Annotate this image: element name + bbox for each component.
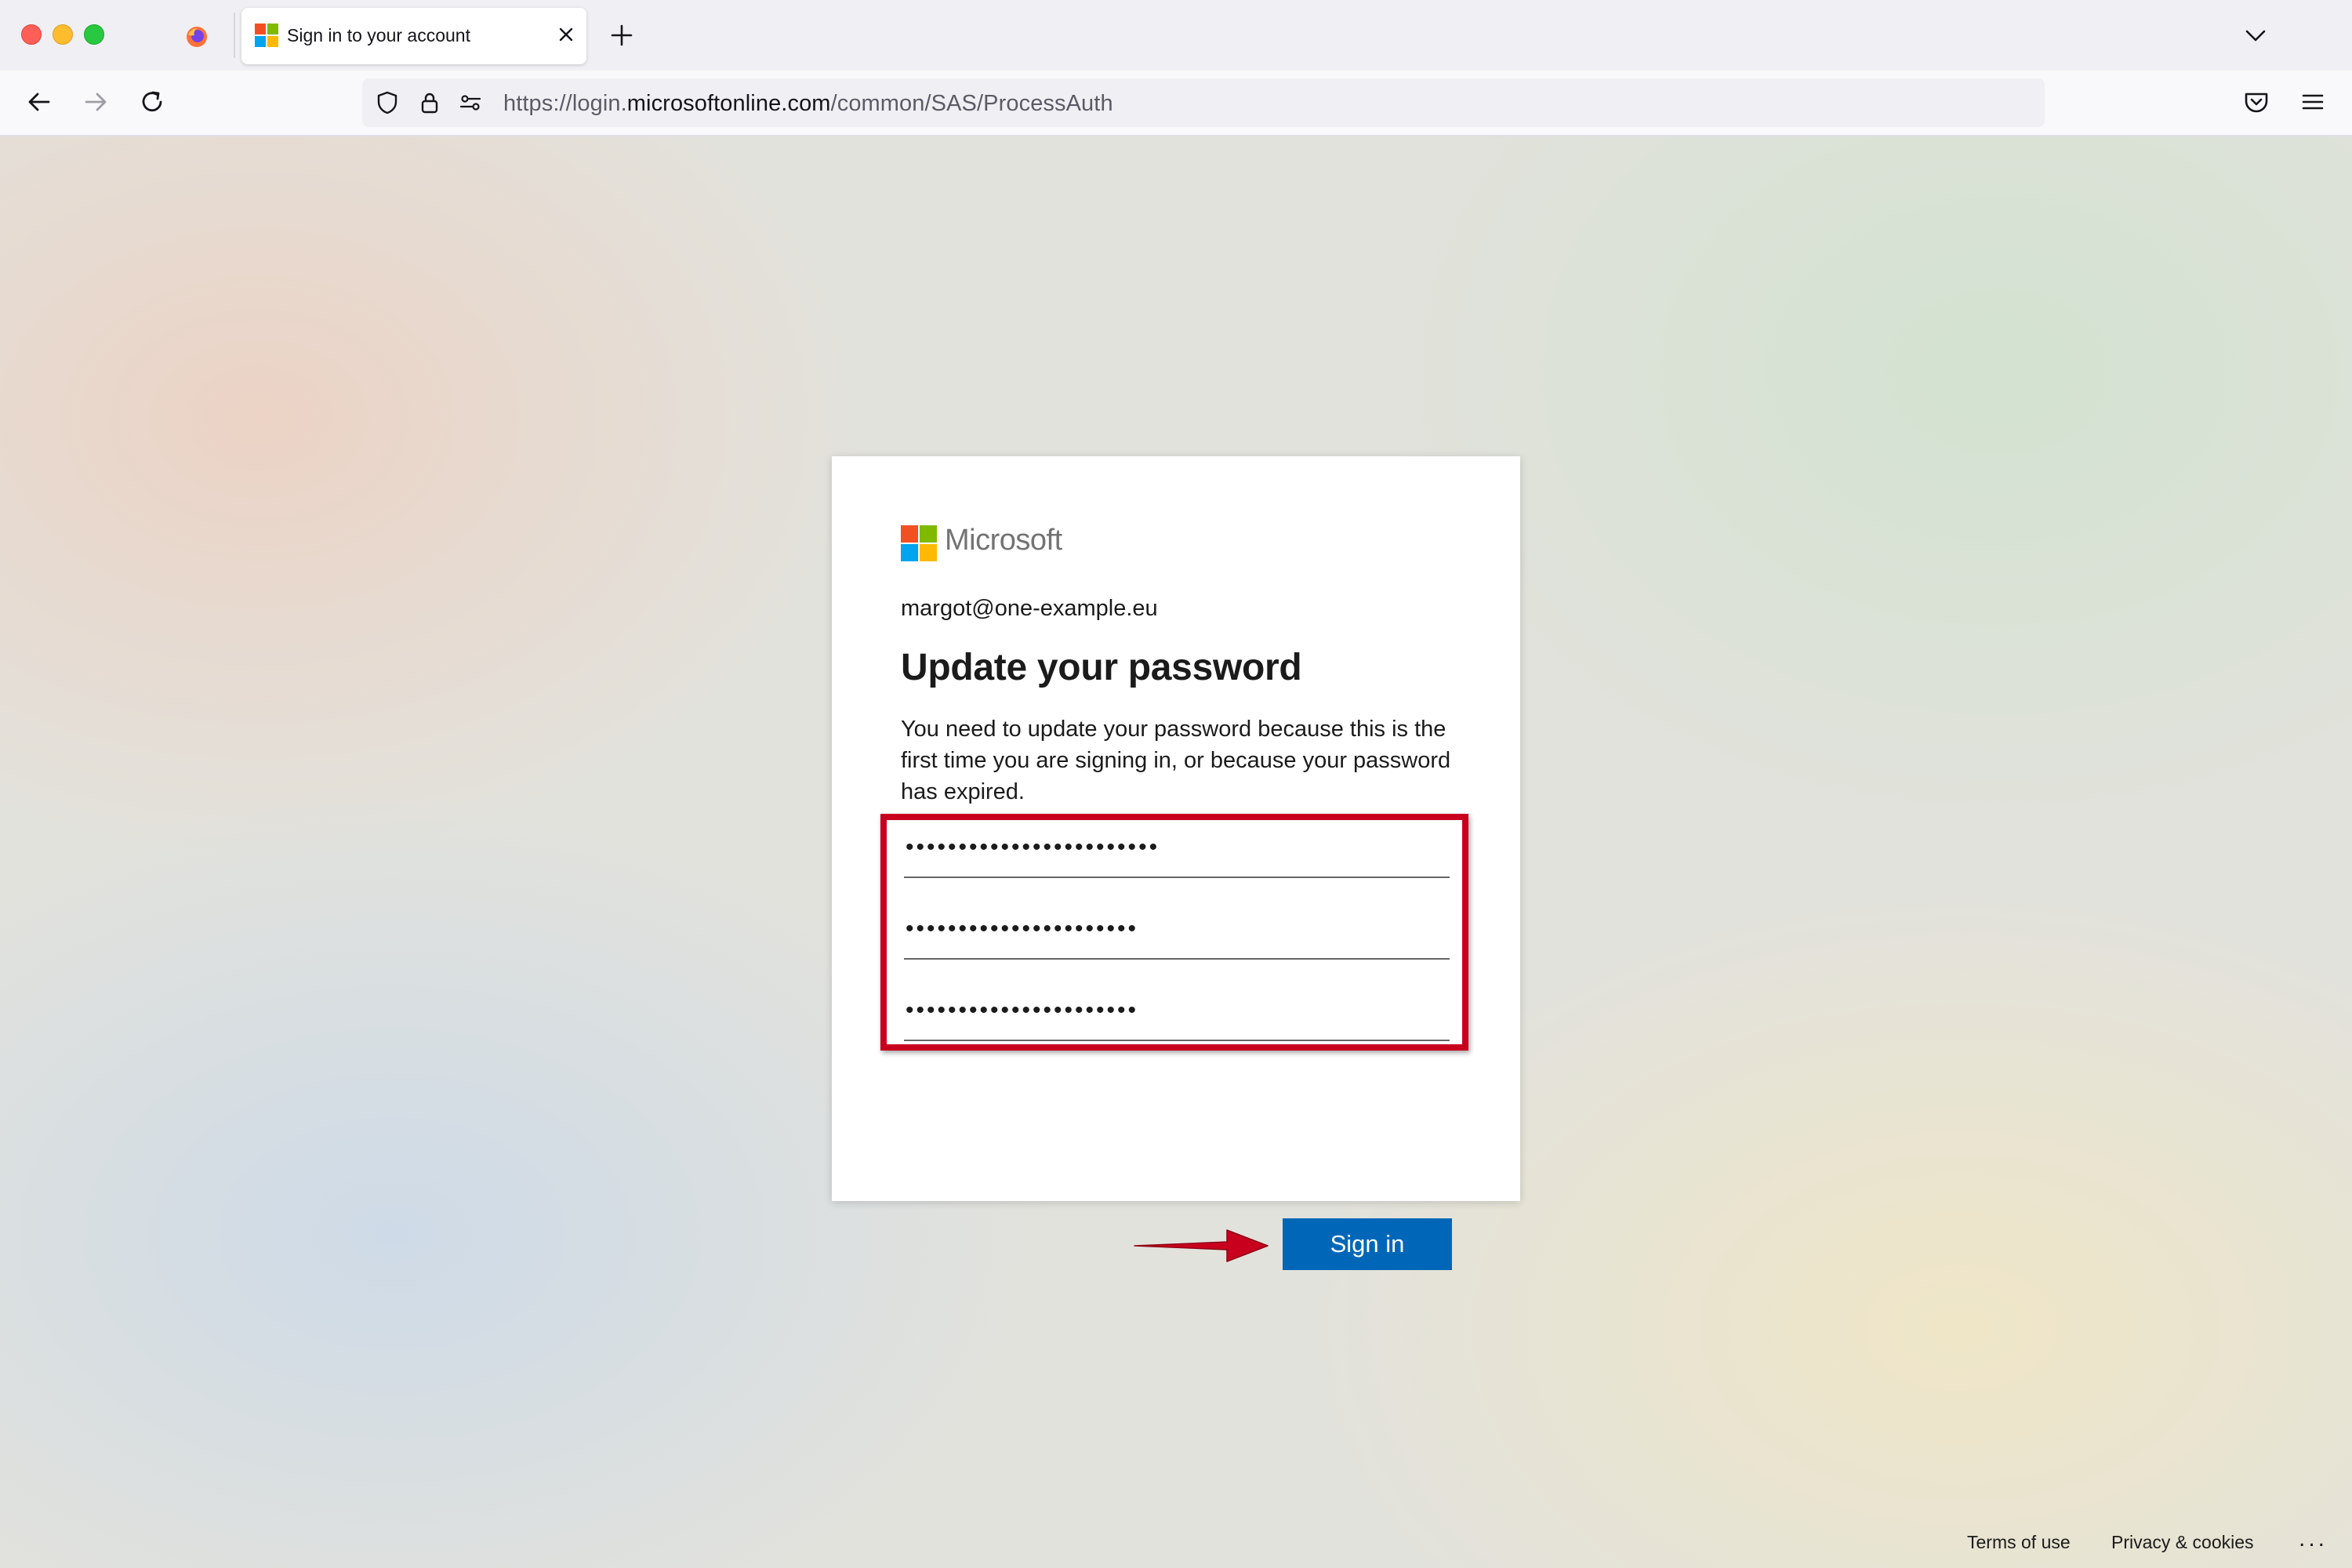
sign-in-card: Microsoft margot@one-example.eu Update y… [832,456,1520,1270]
confirm-password-value: •••••••••••••••••••••• [906,997,1139,1023]
tab-title: Sign in to your account [287,25,470,45]
page-content: Microsoft margot@one-example.eu Update y… [0,136,2352,1568]
tracking-protection-shield-icon[interactable] [375,90,400,115]
pocket-icon[interactable] [2241,86,2272,118]
plus-icon[interactable] [608,22,635,49]
current-password-field[interactable]: •••••••••••••••••••••••• [904,818,1450,878]
sign-in-button[interactable]: Sign in [1283,1218,1452,1270]
new-password-field[interactable]: •••••••••••••••••••••• [904,900,1450,960]
terms-of-use-link[interactable]: Terms of use [1967,1532,2071,1553]
tab-separator [234,13,235,58]
url-path: /common/SAS/ProcessAuth [830,91,1113,116]
current-password-value: •••••••••••••••••••••••• [906,834,1160,860]
brand-name: Microsoft [945,524,1062,557]
tab-strip: Sign in to your account [0,0,2352,71]
arrow-right-icon[interactable] [80,86,111,118]
account-email[interactable]: margot@one-example.eu [901,596,1158,622]
url-host: microsoftonline.com [626,91,831,116]
firefox-icon[interactable] [185,25,209,49]
annotation-arrow-icon [1134,1229,1269,1262]
maximize-window-button[interactable] [84,24,104,45]
description-text: You need to update your password because… [901,717,1451,804]
url-prefix: https://login. [503,91,627,116]
chevron-down-icon[interactable] [2242,22,2269,49]
tab-active[interactable]: Sign in to your account [241,8,586,64]
page-title: Update your password [901,647,1302,688]
address-bar[interactable]: https://login.microsoftonline.com/common… [362,78,2045,127]
more-options-button[interactable]: ... [2299,1526,2328,1552]
close-window-button[interactable] [21,24,42,45]
close-icon[interactable] [552,20,580,49]
navigation-toolbar: https://login.microsoftonline.com/common… [0,71,2352,136]
arrow-left-icon[interactable] [24,86,55,118]
new-password-value: •••••••••••••••••••••• [906,916,1139,942]
lock-icon[interactable] [417,90,442,115]
microsoft-logo-icon [901,525,937,561]
minimize-window-button[interactable] [53,24,73,45]
privacy-cookies-link[interactable]: Privacy & cookies [2111,1532,2254,1553]
reload-icon[interactable] [136,86,168,118]
permissions-icon[interactable] [458,90,483,115]
url-text[interactable]: https://login.microsoftonline.com/common… [503,91,1113,117]
hamburger-menu-icon[interactable] [2297,86,2328,118]
microsoft-favicon-icon [255,24,278,47]
confirm-password-field[interactable]: •••••••••••••••••••••• [904,982,1450,1041]
